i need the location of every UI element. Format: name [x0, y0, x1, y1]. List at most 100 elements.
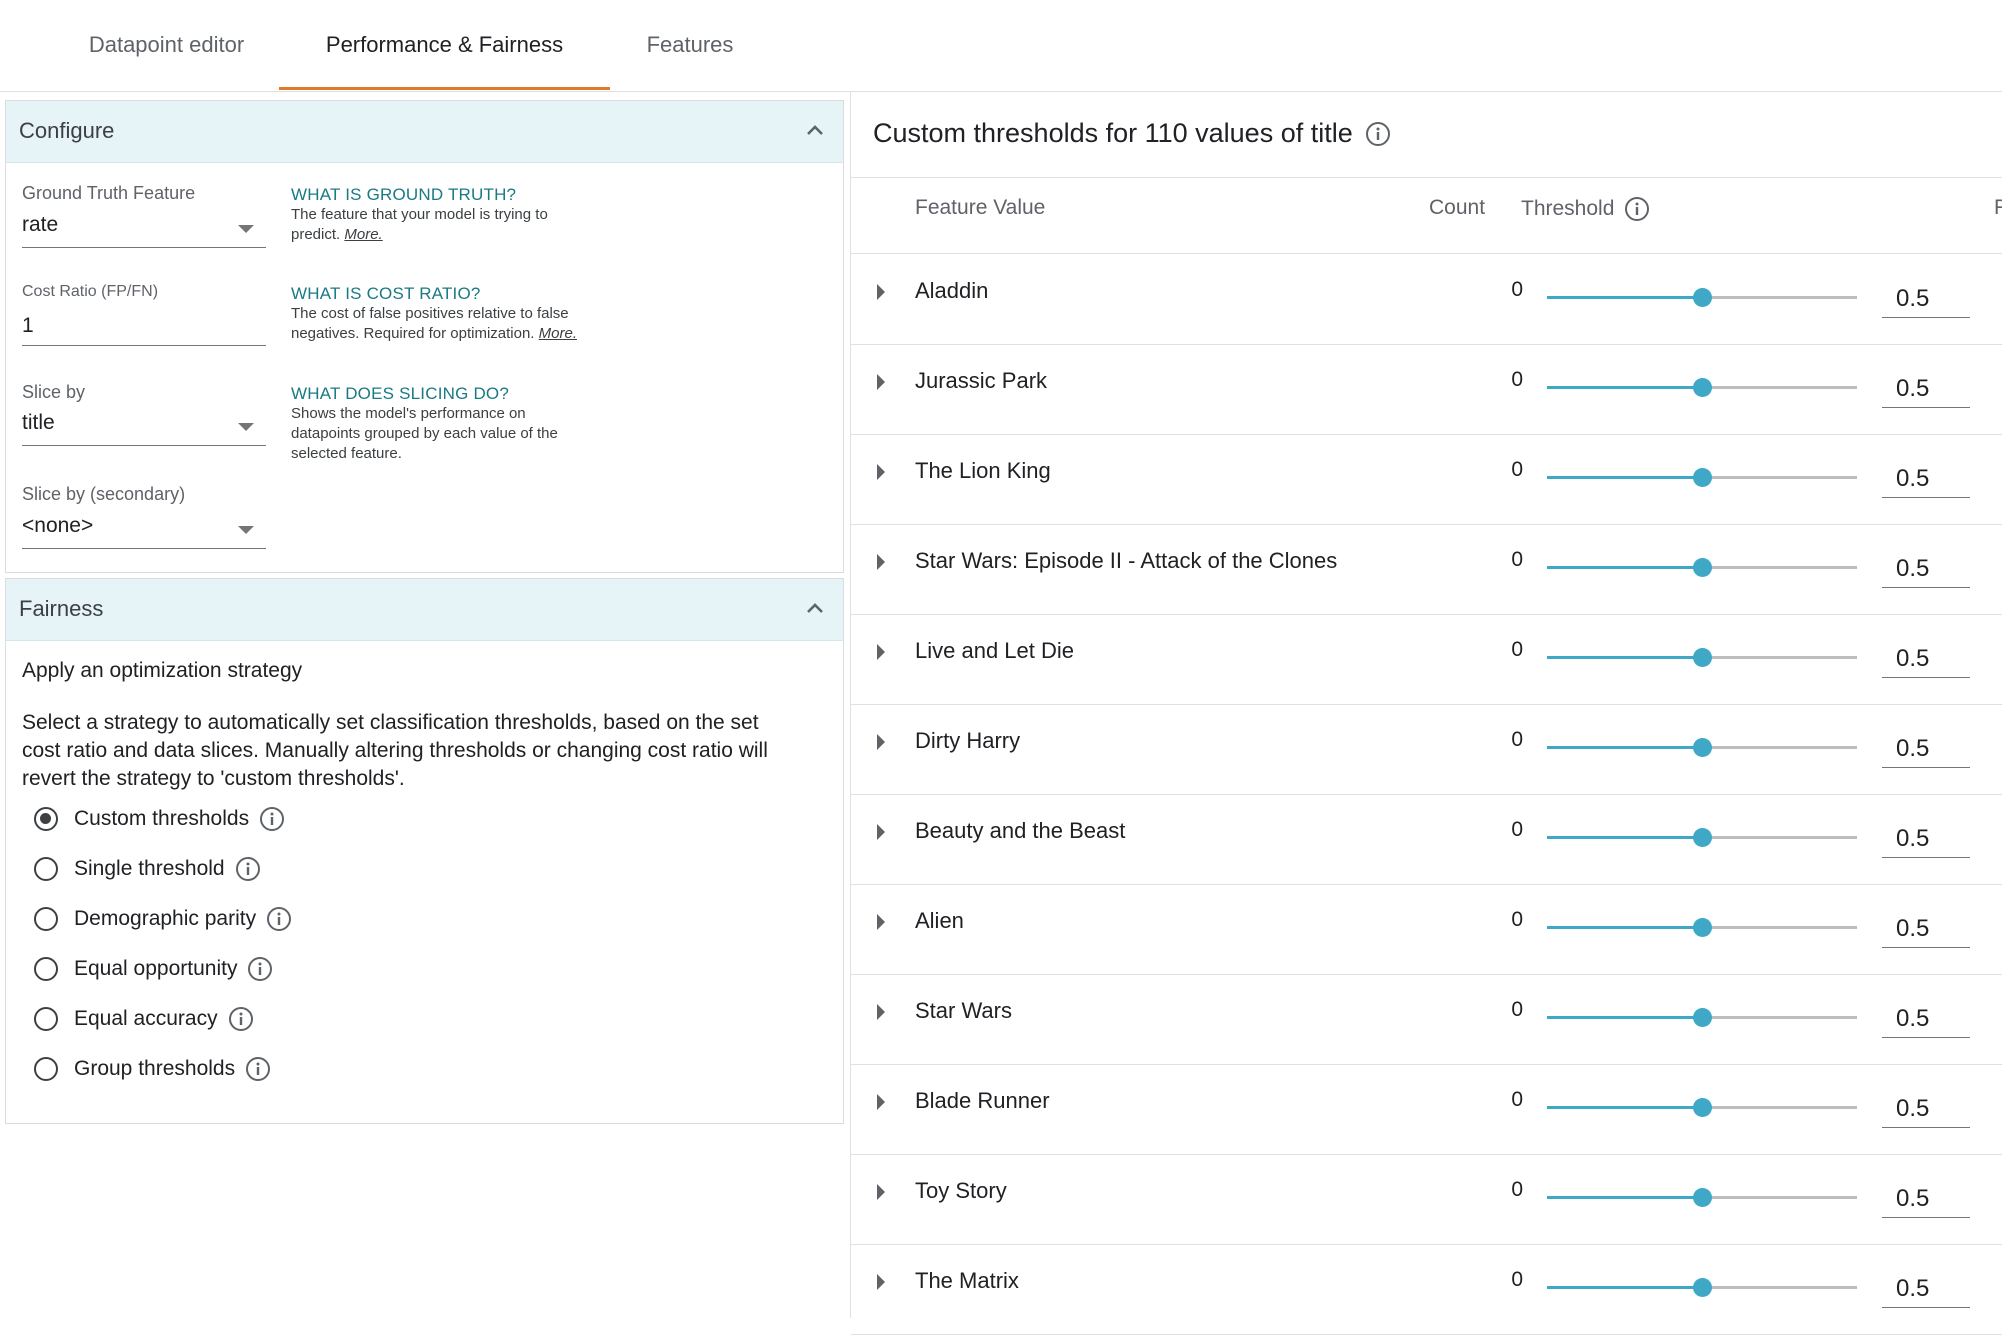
expand-arrow-icon[interactable]: [877, 374, 885, 390]
row-count: 0: [1511, 368, 1523, 391]
cost-ratio-label: Cost Ratio (FP/FN): [22, 283, 159, 300]
strategy-option[interactable]: Equal accuracy: [34, 1003, 254, 1035]
strategy-option[interactable]: Group thresholds: [34, 1053, 271, 1085]
radio-button[interactable]: [34, 807, 58, 831]
threshold-input[interactable]: [1882, 1270, 1970, 1308]
info-icon[interactable]: [1624, 196, 1650, 222]
slider-thumb[interactable]: [1693, 1188, 1712, 1207]
thresholds-title-text: Custom thresholds for 110 values of titl…: [873, 118, 1353, 148]
expand-arrow-icon[interactable]: [877, 1184, 885, 1200]
slider-thumb[interactable]: [1693, 468, 1712, 487]
threshold-slider[interactable]: [1547, 1097, 1857, 1119]
radio-button[interactable]: [34, 907, 58, 931]
slicing-help-body: Shows the model's performance on datapoi…: [291, 405, 558, 462]
threshold-input[interactable]: [1882, 550, 1970, 588]
threshold-input[interactable]: [1882, 640, 1970, 678]
expand-arrow-icon[interactable]: [877, 914, 885, 930]
fairness-header[interactable]: Fairness: [6, 579, 843, 641]
column-header-threshold[interactable]: Threshold: [1521, 196, 1650, 222]
radio-button[interactable]: [34, 857, 58, 881]
info-icon[interactable]: [266, 906, 292, 932]
slider-thumb[interactable]: [1693, 1098, 1712, 1117]
threshold-slider[interactable]: [1547, 917, 1857, 939]
configure-panel: Configure Ground Truth Feature rate WHAT…: [5, 100, 844, 573]
strategy-option[interactable]: Equal opportunity: [34, 953, 273, 985]
info-icon[interactable]: [245, 1056, 271, 1082]
threshold-input[interactable]: [1882, 280, 1970, 318]
collapse-chevron-icon[interactable]: [801, 117, 829, 145]
threshold-input[interactable]: [1882, 1180, 1970, 1218]
slider-thumb[interactable]: [1693, 1008, 1712, 1027]
threshold-input[interactable]: [1882, 1000, 1970, 1038]
slider-thumb[interactable]: [1693, 1278, 1712, 1297]
column-header-count[interactable]: Count: [1429, 196, 1485, 220]
expand-arrow-icon[interactable]: [877, 824, 885, 840]
expand-arrow-icon[interactable]: [877, 284, 885, 300]
threshold-slider[interactable]: [1547, 467, 1857, 489]
slider-thumb[interactable]: [1693, 288, 1712, 307]
more-link[interactable]: More.: [344, 226, 382, 243]
ground-truth-select[interactable]: rate: [22, 209, 266, 248]
feature-value: The Lion King: [915, 458, 1051, 483]
slider-thumb[interactable]: [1693, 558, 1712, 577]
tab-datapoint-editor[interactable]: Datapoint editor: [60, 0, 273, 90]
row-count: 0: [1511, 998, 1523, 1021]
slider-thumb[interactable]: [1693, 828, 1712, 847]
info-icon[interactable]: [235, 856, 261, 882]
threshold-slider[interactable]: [1547, 647, 1857, 669]
slider-thumb[interactable]: [1693, 648, 1712, 667]
expand-arrow-icon[interactable]: [877, 644, 885, 660]
slider-thumb[interactable]: [1693, 738, 1712, 757]
threshold-input[interactable]: [1882, 730, 1970, 768]
threshold-slider[interactable]: [1547, 1277, 1857, 1299]
threshold-slider[interactable]: [1547, 377, 1857, 399]
slider-thumb[interactable]: [1693, 378, 1712, 397]
tab-features[interactable]: Features: [616, 0, 764, 90]
info-icon[interactable]: [228, 1006, 254, 1032]
expand-arrow-icon[interactable]: [877, 554, 885, 570]
threshold-slider[interactable]: [1547, 827, 1857, 849]
info-icon[interactable]: [247, 956, 273, 982]
threshold-input[interactable]: [1882, 460, 1970, 498]
threshold-row: Aladdin 0: [851, 254, 2002, 345]
column-header-threshold-label: Threshold: [1521, 197, 1615, 220]
threshold-slider[interactable]: [1547, 1187, 1857, 1209]
slider-fill: [1547, 656, 1702, 659]
strategy-option[interactable]: Custom thresholds: [34, 803, 285, 835]
expand-arrow-icon[interactable]: [877, 734, 885, 750]
threshold-row: Star Wars: Episode II - Attack of the Cl…: [851, 524, 2002, 615]
radio-button[interactable]: [34, 1057, 58, 1081]
threshold-input[interactable]: [1882, 910, 1970, 948]
threshold-slider[interactable]: [1547, 1007, 1857, 1029]
info-icon[interactable]: [259, 806, 285, 832]
threshold-input[interactable]: [1882, 370, 1970, 408]
threshold-slider[interactable]: [1547, 737, 1857, 759]
strategy-option[interactable]: Demographic parity: [34, 903, 292, 935]
threshold-slider[interactable]: [1547, 287, 1857, 309]
threshold-row: Live and Let Die 0: [851, 614, 2002, 705]
collapse-chevron-icon[interactable]: [801, 595, 829, 623]
expand-arrow-icon[interactable]: [877, 1004, 885, 1020]
expand-arrow-icon[interactable]: [877, 1274, 885, 1290]
slice-by-select[interactable]: title: [22, 407, 266, 446]
slider-thumb[interactable]: [1693, 918, 1712, 937]
threshold-slider[interactable]: [1547, 557, 1857, 579]
expand-arrow-icon[interactable]: [877, 1094, 885, 1110]
strategy-label: Custom thresholds: [74, 807, 250, 830]
threshold-input[interactable]: [1882, 1090, 1970, 1128]
expand-arrow-icon[interactable]: [877, 464, 885, 480]
info-icon[interactable]: [1365, 121, 1391, 147]
dropdown-arrow-icon: [238, 526, 254, 534]
threshold-input[interactable]: [1882, 820, 1970, 858]
radio-button[interactable]: [34, 957, 58, 981]
slice-secondary-select[interactable]: <none>: [22, 510, 266, 549]
column-header-feature-value[interactable]: Feature Value: [915, 196, 1045, 220]
tab-performance-fairness[interactable]: Performance & Fairness: [279, 0, 610, 90]
cost-ratio-input[interactable]: [22, 307, 266, 346]
strategy-option[interactable]: Single threshold: [34, 853, 261, 885]
feature-value: Aladdin: [915, 278, 989, 303]
configure-header[interactable]: Configure: [6, 101, 843, 163]
radio-button[interactable]: [34, 1007, 58, 1031]
more-link[interactable]: More.: [539, 325, 577, 342]
column-header-cutoff[interactable]: F: [1994, 196, 2002, 220]
